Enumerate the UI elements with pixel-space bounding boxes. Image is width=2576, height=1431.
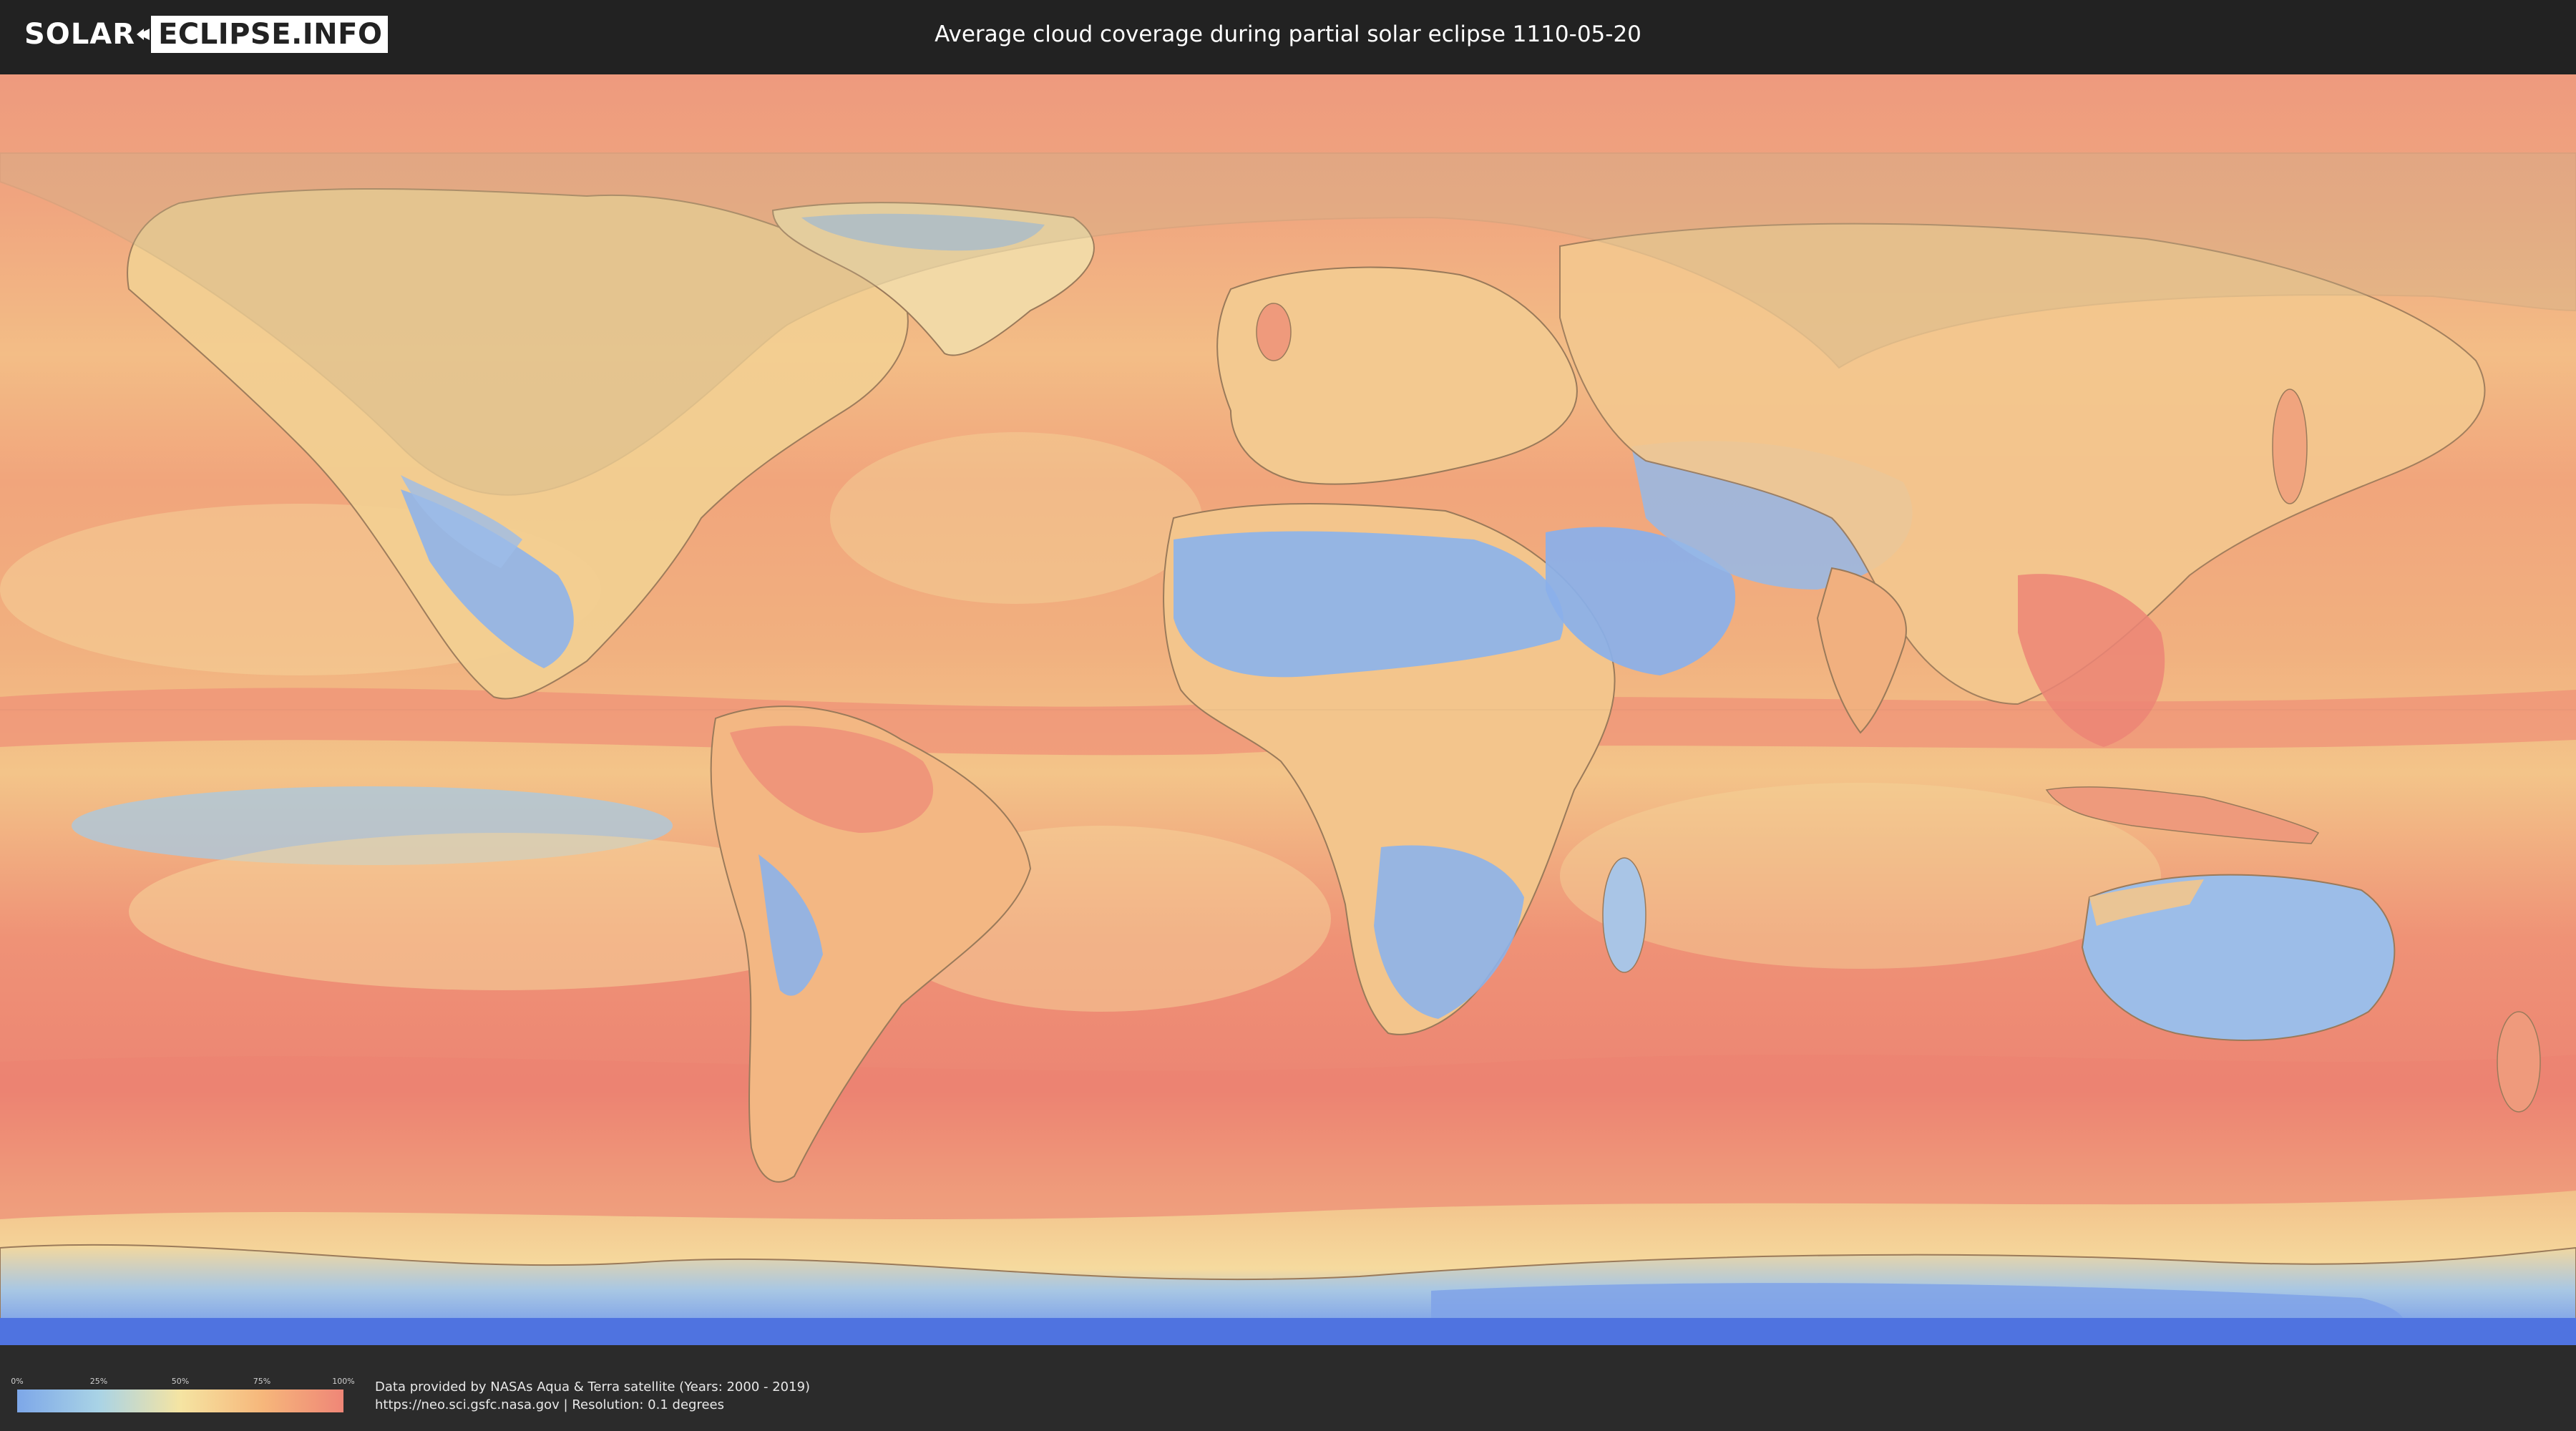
madagascar xyxy=(1602,857,1646,973)
legend-tick-100: 100% xyxy=(332,1377,355,1386)
world-map-svg xyxy=(0,74,2576,1345)
legend-color-bar xyxy=(17,1390,343,1412)
british-isles xyxy=(1256,303,1292,361)
new-zealand xyxy=(2497,1011,2541,1113)
legend-tick-50: 50% xyxy=(171,1377,190,1386)
legend-ticks: 0% 25% 50% 75% 100% xyxy=(11,1377,354,1387)
southern-storm-belt xyxy=(0,1055,2576,1219)
indian-ocean-pale xyxy=(1560,783,2161,969)
legend-tick-0: 0% xyxy=(11,1377,24,1386)
polar-edge xyxy=(0,1318,2576,1345)
japan xyxy=(2272,389,2308,504)
page-title: Average cloud coverage during partial so… xyxy=(935,21,1641,47)
north-atlantic-pale xyxy=(830,432,1202,604)
legend-tick-75: 75% xyxy=(253,1377,271,1386)
header-bar: SOLAR ECLIPSE.INFO Average cloud coverag… xyxy=(0,0,2576,70)
legend-tick-25: 25% xyxy=(89,1377,108,1386)
credits-line-1: Data provided by NASAs Aqua & Terra sate… xyxy=(375,1379,811,1395)
data-credits: Data provided by NASAs Aqua & Terra sate… xyxy=(375,1378,810,1414)
credits-line-2[interactable]: https://neo.sci.gsfc.nasa.gov | Resoluti… xyxy=(375,1396,810,1414)
cloud-coverage-map[interactable] xyxy=(0,74,2576,1345)
